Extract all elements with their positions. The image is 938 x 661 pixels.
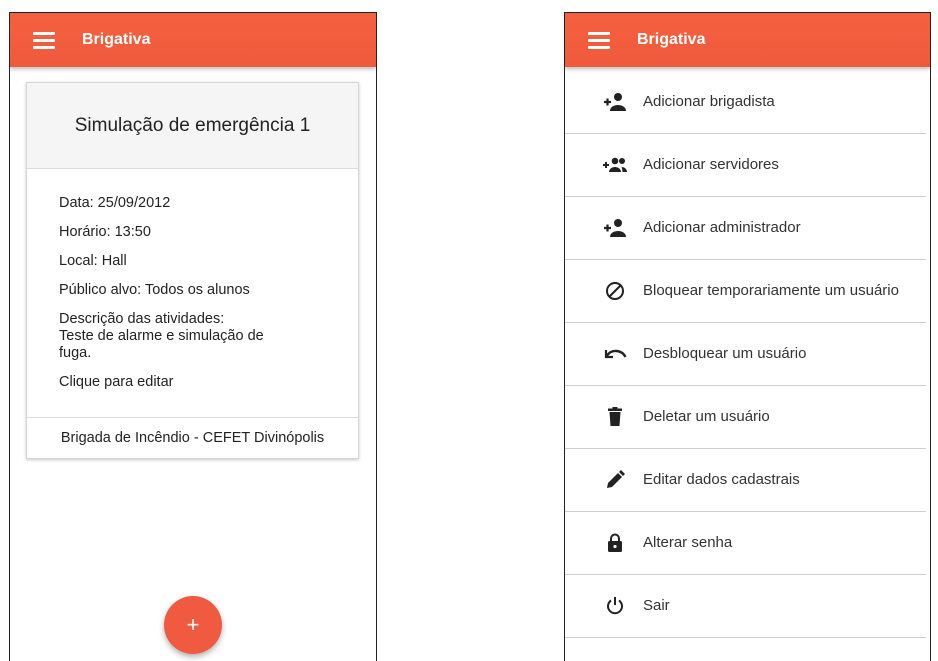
menu-item-add-servidores[interactable]: Adicionar servidores (565, 134, 926, 197)
card-footer: Brigada de Incêndio - CEFET Divinópolis (27, 417, 358, 458)
menu-item-label: Adicionar administrador (643, 219, 801, 236)
add-event-button[interactable]: + (164, 596, 222, 654)
undo-icon (601, 342, 629, 366)
menu-item-add-administrador[interactable]: Adicionar administrador (565, 197, 926, 260)
app-bar: Brigativa (10, 13, 376, 67)
event-time: Horário: 13:50 (59, 224, 151, 240)
menu-item-change-password[interactable]: Alterar senha (565, 512, 926, 575)
power-icon (601, 594, 629, 618)
admin-menu: Adicionar brigadista Adicionar servidore… (565, 71, 930, 638)
menu-item-label: Deletar um usuário (643, 408, 770, 425)
person-add-icon (601, 216, 629, 240)
menu-item-label: Adicionar servidores (643, 156, 779, 173)
block-icon (601, 279, 629, 303)
event-card[interactable]: Simulação de emergência 1 Data: 25/09/20… (26, 82, 359, 459)
menu-item-label: Editar dados cadastrais (643, 471, 800, 488)
menu-icon[interactable] (588, 32, 610, 49)
event-location: Local: Hall (59, 253, 127, 269)
event-details: Data: 25/09/2012 Horário: 13:50 Local: H… (27, 169, 358, 417)
delete-icon (601, 405, 629, 429)
group-add-icon (601, 153, 629, 177)
event-date: Data: 25/09/2012 (59, 195, 171, 211)
plus-icon: + (186, 612, 200, 637)
app-title: Brigativa (637, 31, 706, 48)
edit-icon (601, 468, 629, 492)
menu-item-label: Alterar senha (643, 534, 733, 551)
menu-item-block-user[interactable]: Bloquear temporariamente um usuário (565, 260, 926, 323)
admin-menu-screen: Brigativa Adicionar brigadista Adicionar… (564, 12, 931, 661)
menu-item-add-brigadista[interactable]: Adicionar brigadista (565, 71, 926, 134)
event-title: Simulação de emergência 1 (27, 83, 358, 169)
menu-item-delete-user[interactable]: Deletar um usuário (565, 386, 926, 449)
menu-item-label: Desbloquear um usuário (643, 345, 807, 362)
menu-item-label: Sair (643, 597, 670, 614)
app-bar: Brigativa (565, 13, 930, 67)
menu-item-label: Bloquear temporariamente um usuário (643, 282, 899, 299)
menu-icon[interactable] (33, 32, 55, 49)
event-list-screen: Brigativa Simulação de emergência 1 Data… (9, 12, 377, 661)
menu-item-logout[interactable]: Sair (565, 575, 926, 638)
person-add-icon (601, 90, 629, 114)
app-title: Brigativa (82, 31, 151, 48)
event-description: Descrição das atividades: Teste de alarm… (59, 311, 264, 361)
event-audience: Público alvo: Todos os alunos (59, 282, 250, 298)
edit-hint[interactable]: Clique para editar (59, 374, 326, 391)
lock-icon (601, 531, 629, 555)
menu-item-unblock-user[interactable]: Desbloquear um usuário (565, 323, 926, 386)
menu-item-edit-data[interactable]: Editar dados cadastrais (565, 449, 926, 512)
menu-item-label: Adicionar brigadista (643, 93, 775, 110)
